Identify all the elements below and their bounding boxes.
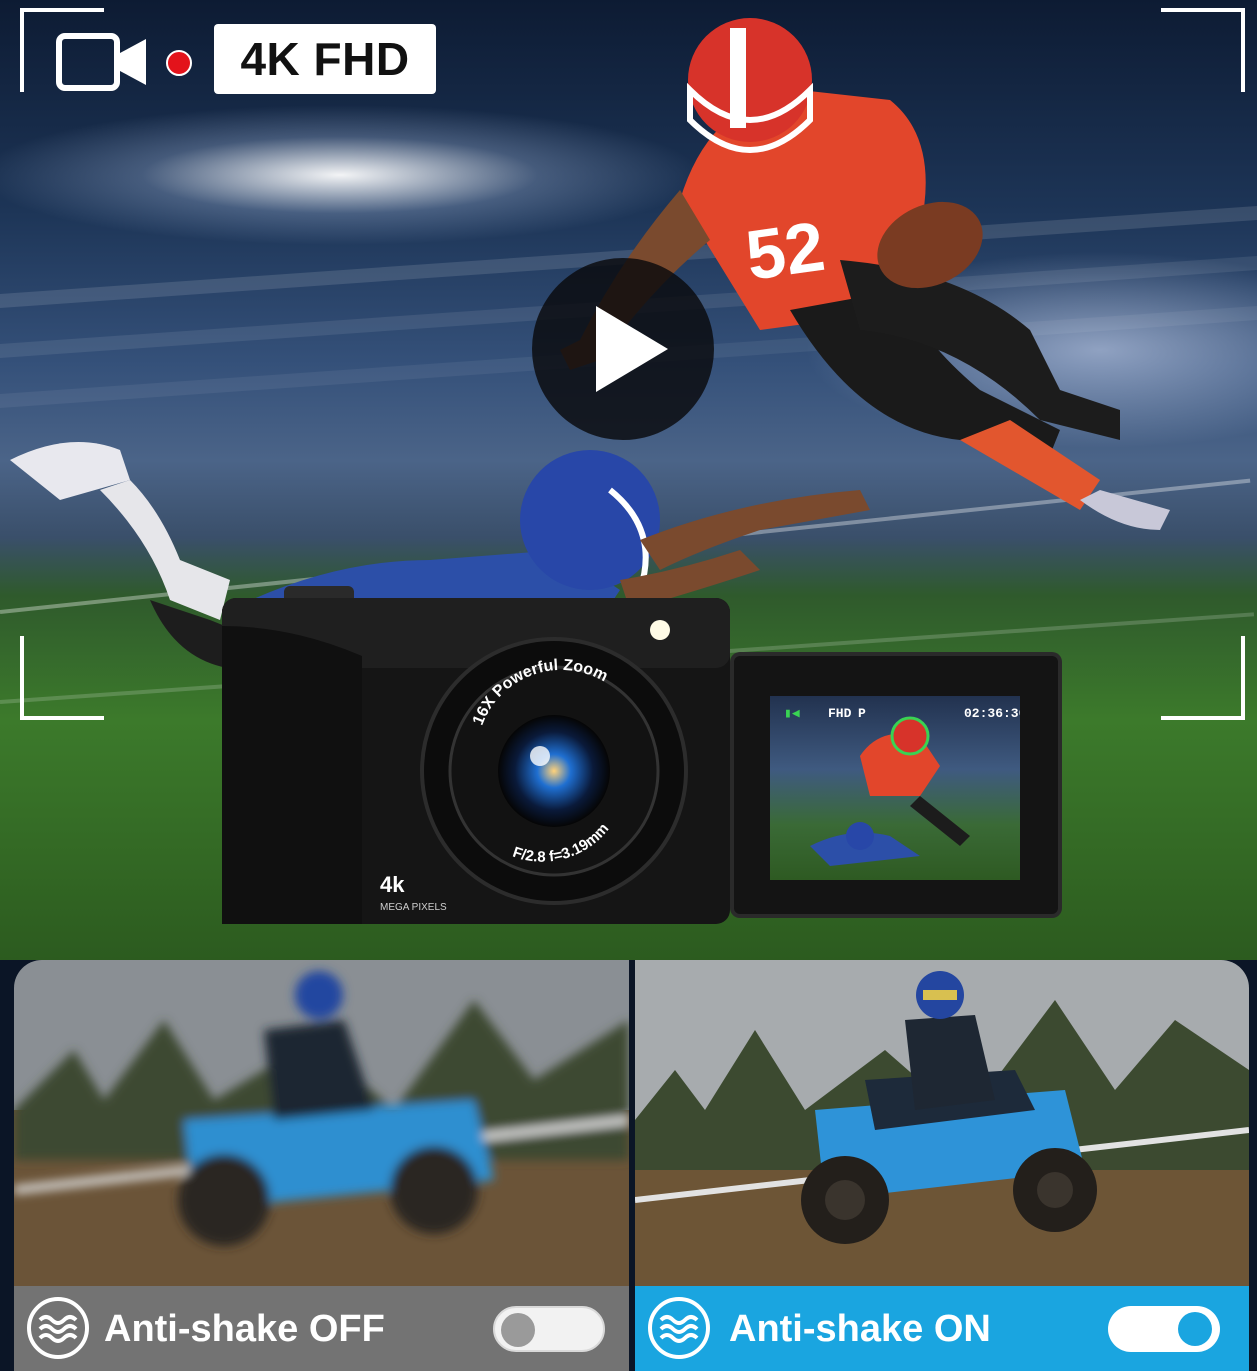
blurry-atv-photo xyxy=(14,960,629,1286)
lcd-preview: ▮◀ FHD P 02:36:36 xyxy=(770,696,1020,880)
anti-shake-off-toggle[interactable] xyxy=(493,1306,605,1352)
jersey-number: 52 xyxy=(741,207,829,295)
sharp-atv-photo xyxy=(635,960,1249,1286)
viewfinder-corner xyxy=(1161,636,1245,720)
camera-body: 16X Powerful Zoom F/2.8 f=3.19mm 4k MEGA… xyxy=(222,586,730,924)
play-icon xyxy=(596,306,668,392)
lcd-video-icon: ▮◀ xyxy=(784,706,800,721)
anti-shake-on-bar: Anti-shake ON xyxy=(635,1286,1249,1371)
lcd-preview-scene xyxy=(810,716,970,866)
hero-stadium-scene: 4K FHD 52 16X Powerful Zoom F/2.8 f=3.19… xyxy=(0,0,1257,960)
resolution-sub: MEGA PIXELS xyxy=(380,902,447,913)
toggle-knob xyxy=(501,1313,535,1347)
anti-shake-on-label: Anti-shake ON xyxy=(729,1308,991,1350)
lcd-mode: FHD xyxy=(828,706,852,721)
anti-shake-off-label: Anti-shake OFF xyxy=(104,1308,385,1350)
anti-shake-on-toggle[interactable] xyxy=(1108,1306,1220,1352)
record-dot-icon xyxy=(166,50,192,76)
toggle-knob xyxy=(1178,1312,1212,1346)
video-camera-icon xyxy=(56,33,146,91)
waves-icon xyxy=(27,1297,89,1359)
lcd-timer: 02:36:36 xyxy=(964,706,1020,721)
resolution-badge: 4K FHD xyxy=(214,24,436,94)
anti-shake-off-bar: Anti-shake OFF xyxy=(14,1286,629,1371)
flip-lcd-screen: ▮◀ FHD P 02:36:36 xyxy=(734,656,1058,914)
play-button[interactable] xyxy=(532,258,714,440)
anti-shake-off-panel: Anti-shake OFF xyxy=(14,960,629,1371)
anti-shake-on-panel: Anti-shake ON xyxy=(635,960,1249,1371)
waves-icon xyxy=(648,1297,710,1359)
lcd-program: P xyxy=(858,706,866,721)
resolution-mark: 4k xyxy=(380,872,405,897)
